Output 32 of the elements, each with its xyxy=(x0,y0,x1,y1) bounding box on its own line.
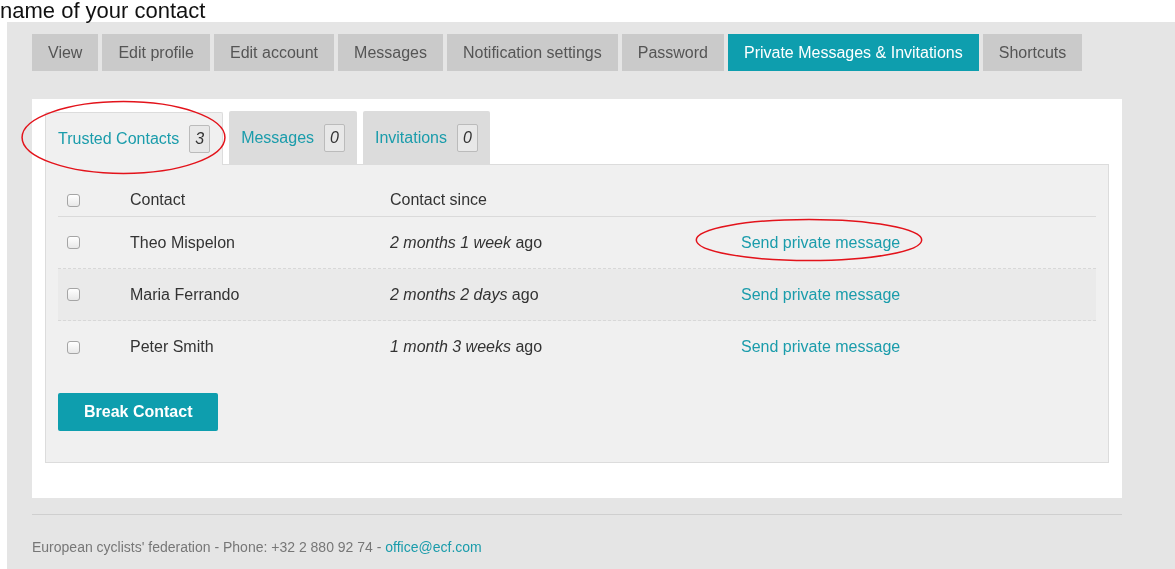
sub-tab[interactable]: Invitations 0 xyxy=(362,111,490,164)
checkbox[interactable] xyxy=(67,288,80,301)
email-link[interactable]: office@ecf.com xyxy=(385,539,482,555)
checkbox[interactable] xyxy=(67,340,80,354)
nav-tab[interactable]: View xyxy=(32,34,99,71)
table-cell-text: Theo Mispelon xyxy=(130,232,236,253)
count-badge: 0 xyxy=(457,123,478,152)
heading-text: name of your contact xyxy=(0,0,206,22)
table-cell-text: Maria Ferrando xyxy=(130,284,241,305)
checkbox[interactable] xyxy=(67,236,80,249)
column-header: Contact since xyxy=(390,190,487,210)
table-cell-text: 1 month 3 weeks ago xyxy=(390,337,544,357)
count-badge: 0 xyxy=(324,123,345,152)
checkbox[interactable] xyxy=(67,193,80,207)
send-message-link[interactable]: Send private message xyxy=(741,338,901,355)
break-contact-button[interactable]: Break Contact xyxy=(58,393,219,431)
nav-tab[interactable]: Edit account xyxy=(214,34,335,71)
footer-text: European cyclists' federation - Phone: +32 2 880 92 74 - xyxy=(32,539,383,555)
column-header: Contact xyxy=(130,190,187,210)
nav-tab[interactable]: Private Messages & Invitations xyxy=(727,34,979,71)
nav-tab[interactable]: Shortcuts xyxy=(982,34,1083,71)
nav-tab[interactable]: Password xyxy=(621,34,724,71)
nav-tab[interactable]: Messages xyxy=(338,34,443,71)
nav-tab[interactable]: Edit profile xyxy=(102,34,210,71)
table-cell-text: Peter Smith xyxy=(130,337,215,357)
table-cell-text: 2 months 1 week ago xyxy=(390,232,544,253)
sub-tab[interactable]: Messages 0 xyxy=(229,111,357,164)
nav-tab[interactable]: Notification settings xyxy=(446,34,618,71)
count-badge: 3 xyxy=(189,125,211,153)
table-cell-text: 2 months 2 days ago xyxy=(390,284,540,305)
sub-tab[interactable]: Trusted Contacts 3 xyxy=(45,112,224,165)
send-message-link[interactable]: Send private message xyxy=(741,285,901,303)
